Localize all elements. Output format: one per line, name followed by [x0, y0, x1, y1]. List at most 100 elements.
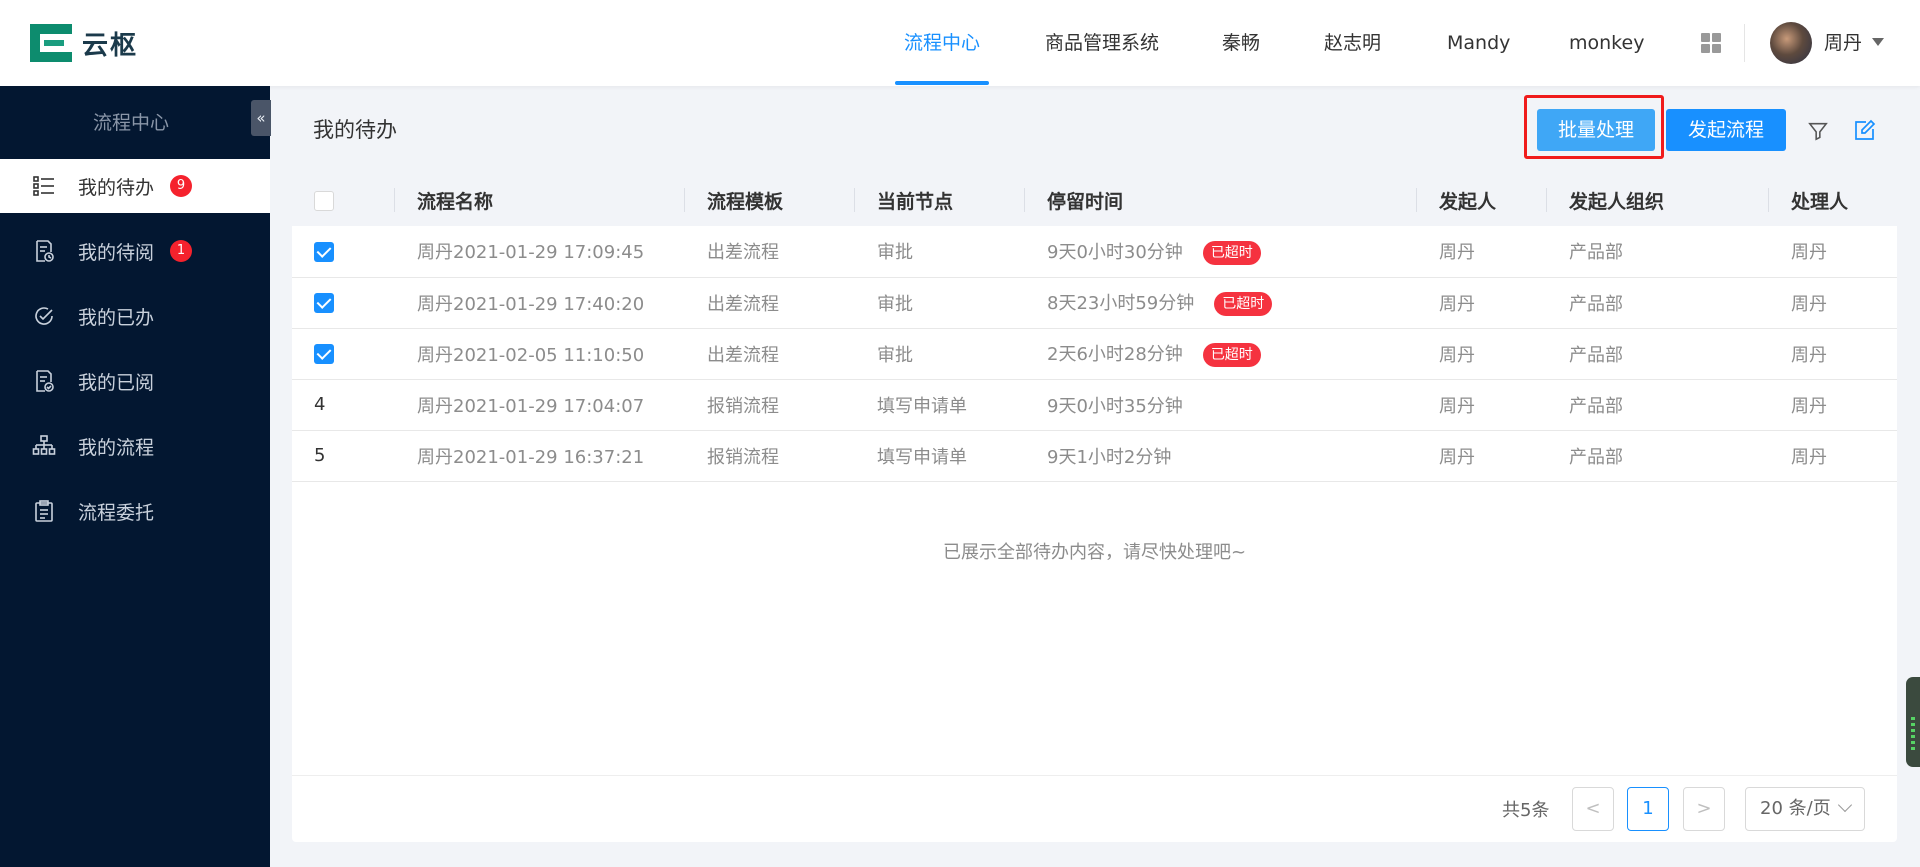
- prev-page-button[interactable]: <: [1572, 787, 1614, 831]
- nav-active-indicator: [895, 81, 989, 85]
- row-checkbox[interactable]: [314, 344, 334, 364]
- org-cell: 产品部: [1547, 430, 1769, 482]
- initiator-cell: 周丹: [1417, 328, 1547, 380]
- org-cell: 产品部: [1547, 328, 1769, 380]
- done-check-icon: [32, 304, 56, 328]
- nav-item-monkey[interactable]: monkey: [1569, 0, 1644, 86]
- nav-item-zhaozhiming[interactable]: 赵志明: [1324, 0, 1381, 86]
- process-name-cell[interactable]: 周丹2021-02-05 11:10:50: [395, 328, 685, 380]
- handler-cell: 周丹: [1769, 277, 1897, 329]
- node-cell: 审批: [855, 328, 1025, 380]
- nav-item-process-center[interactable]: 流程中心: [904, 0, 980, 86]
- collapse-sidebar-button[interactable]: «: [251, 100, 271, 136]
- table-row[interactable]: 4 周丹2021-01-29 17:04:07 报销流程 填写申请单 9天0小时…: [292, 379, 1897, 431]
- page-size-value: 20 条/页: [1760, 798, 1831, 819]
- node-cell: 审批: [855, 277, 1025, 329]
- page-number-button[interactable]: 1: [1627, 787, 1669, 831]
- sidebar-item-label: 流程委托: [78, 501, 155, 524]
- column-header: 发起人组织: [1547, 174, 1769, 226]
- column-header: 流程名称: [395, 174, 685, 226]
- user-name[interactable]: 周丹: [1824, 28, 1862, 55]
- handler-cell: 周丹: [1769, 379, 1897, 431]
- header-divider: [1744, 24, 1745, 62]
- template-cell: 出差流程: [685, 328, 855, 380]
- sidebar-item-my-todo[interactable]: 我的待办 9: [0, 159, 270, 213]
- top-header: 云枢 流程中心 商品管理系统 秦畅 赵志明 Mandy monkey 周丹: [0, 0, 1920, 86]
- filter-icon[interactable]: [1807, 120, 1829, 142]
- row-checkbox[interactable]: [314, 241, 334, 262]
- avatar[interactable]: [1770, 22, 1812, 64]
- sidebar-item-label: 我的已阅: [78, 371, 155, 394]
- chevron-down-icon[interactable]: [1872, 38, 1884, 46]
- chevron-down-icon: [1837, 797, 1853, 813]
- side-tool-widget[interactable]: [1906, 677, 1920, 767]
- sidebar-item-process-delegation[interactable]: 流程委托: [0, 484, 270, 538]
- process-name-cell[interactable]: 周丹2021-01-29 16:37:21: [395, 430, 685, 482]
- template-cell: 报销流程: [685, 430, 855, 482]
- todo-table-card: 流程名称 流程模板 当前节点 停留时间 发起人 发起人组织 处理人 周丹2021…: [292, 174, 1897, 842]
- page-title: 我的待办: [313, 118, 397, 142]
- select-all-checkbox[interactable]: [314, 190, 334, 211]
- stay-time-cell: 9天1小时2分钟: [1025, 430, 1417, 482]
- template-cell: 出差流程: [685, 277, 855, 329]
- column-header: 发起人: [1417, 174, 1547, 226]
- handler-cell: 周丹: [1769, 328, 1897, 380]
- edit-icon[interactable]: [1852, 119, 1876, 143]
- nav-item-mandy[interactable]: Mandy: [1447, 0, 1510, 86]
- table-row[interactable]: 周丹2021-02-05 11:10:50 出差流程 审批 2天6小时28分钟已…: [292, 328, 1897, 380]
- nav-item-qinchang[interactable]: 秦畅: [1222, 0, 1260, 86]
- overdue-badge: 已超时: [1202, 240, 1261, 265]
- logo-text: 云枢: [82, 30, 139, 61]
- column-header: 处理人: [1769, 174, 1897, 226]
- app-logo[interactable]: 云枢: [30, 24, 138, 62]
- org-cell: 产品部: [1547, 277, 1769, 329]
- row-index: 5: [292, 430, 395, 482]
- sidebar-item-my-process[interactable]: 我的流程: [0, 419, 270, 473]
- table-row[interactable]: 5 周丹2021-01-29 16:37:21 报销流程 填写申请单 9天1小时…: [292, 430, 1897, 482]
- template-cell: 出差流程: [685, 226, 855, 278]
- all-shown-hint: 已展示全部待办内容，请尽快处理吧~: [942, 542, 1247, 563]
- sidebar-title: 流程中心: [92, 112, 169, 134]
- row-checkbox[interactable]: [314, 293, 334, 313]
- handler-cell: 周丹: [1769, 226, 1897, 278]
- stay-time-cell: 2天6小时28分钟 已超时: [1025, 328, 1417, 380]
- sidebar-item-my-read[interactable]: 我的已阅: [0, 354, 270, 408]
- nav-item-product-management[interactable]: 商品管理系统: [1045, 0, 1159, 86]
- stay-time-cell: 9天0小时30分钟 已超时: [1025, 226, 1417, 278]
- table-header-row: 流程名称 流程模板 当前节点 停留时间 发起人 发起人组织 处理人: [292, 174, 1897, 226]
- highlight-annotation-box: [1524, 95, 1664, 159]
- sidebar-item-label: 我的已办: [78, 306, 155, 329]
- sidebar-item-my-done[interactable]: 我的已办: [0, 289, 270, 343]
- sidebar-item-my-to-read[interactable]: 我的待阅 1: [0, 224, 270, 278]
- node-cell: 审批: [855, 226, 1025, 278]
- process-name-cell[interactable]: 周丹2021-01-29 17:40:20: [395, 277, 685, 329]
- table-row[interactable]: 周丹2021-01-29 17:40:20 出差流程 审批 8天23小时59分钟…: [292, 277, 1897, 329]
- column-header: 当前节点: [855, 174, 1025, 226]
- sidebar-menu: 我的待办 9 我的待阅 1 我的已办 我的已阅 我的流程 流程委托: [0, 159, 270, 549]
- read-done-icon: [32, 369, 56, 393]
- todo-table: 流程名称 流程模板 当前节点 停留时间 发起人 发起人组织 处理人 周丹2021…: [292, 174, 1897, 482]
- count-badge: 1: [170, 240, 193, 262]
- sidebar-item-label: 我的待阅: [78, 241, 155, 264]
- next-page-button[interactable]: >: [1683, 787, 1725, 831]
- stay-time-cell: 8天23小时59分钟 已超时: [1025, 277, 1417, 329]
- process-name-cell[interactable]: 周丹2021-01-29 17:04:07: [395, 379, 685, 431]
- node-cell: 填写申请单: [855, 379, 1025, 431]
- grid-icon[interactable]: [1701, 33, 1721, 53]
- footer-divider: [292, 775, 1897, 776]
- initiator-cell: 周丹: [1417, 277, 1547, 329]
- initiator-cell: 周丹: [1417, 430, 1547, 482]
- table-row[interactable]: 周丹2021-01-29 17:09:45 出差流程 审批 9天0小时30分钟已…: [292, 226, 1897, 278]
- select-all-header[interactable]: [292, 174, 395, 226]
- sidebar: 流程中心 « 我的待办 9 我的待阅 1 我的已办 我的已阅 我的流程 流程委托: [0, 86, 271, 867]
- org-cell: 产品部: [1547, 379, 1769, 431]
- handler-cell: 周丹: [1769, 430, 1897, 482]
- start-process-button[interactable]: 发起流程: [1666, 109, 1786, 151]
- org-flow-icon: [32, 434, 56, 458]
- process-name-cell[interactable]: 周丹2021-01-29 17:09:45: [395, 226, 685, 278]
- overdue-badge: 已超时: [1202, 343, 1261, 367]
- node-cell: 填写申请单: [855, 430, 1025, 482]
- page-size-select[interactable]: 20 条/页: [1745, 787, 1865, 831]
- read-pending-icon: [32, 239, 56, 263]
- sidebar-item-label: 我的流程: [78, 436, 155, 459]
